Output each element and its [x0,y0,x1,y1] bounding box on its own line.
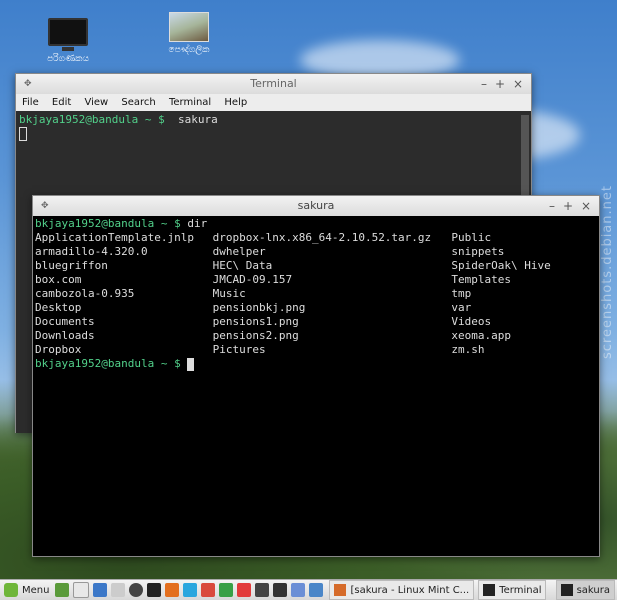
listing-entry: ApplicationTemplate.jnlp [35,231,194,244]
dir-listing: ApplicationTemplate.jnlp armadillo-4.320.… [35,231,597,357]
shutter-icon[interactable] [201,583,216,597]
menu-terminal[interactable]: Terminal [169,97,211,108]
menu-help[interactable]: Help [224,97,247,108]
desktop-icon-home[interactable]: පෞද්ගලික [154,12,224,55]
app-icon[interactable] [309,583,324,597]
vuze-icon[interactable] [219,583,234,597]
start-menu-label: Menu [22,584,50,596]
listing-entry: var [451,301,472,314]
skype-icon[interactable] [183,583,198,597]
computer-icon [48,18,88,51]
file-manager-icon[interactable] [93,583,108,597]
listing-entry: box.com [35,273,82,286]
listing-column-3: Public snippets SpiderOak\ Hive Templates tm… [451,231,597,357]
window-title: Terminal [250,77,297,90]
start-menu-button[interactable]: Menu [0,580,53,600]
listing-entry: snippets [451,245,505,258]
text-cursor [187,357,195,371]
desktop-icon-computer[interactable]: පරිගණකය [33,18,103,64]
listing-entry: bluegriffon [35,259,108,272]
taskbar-task-terminal[interactable]: Terminal [478,580,547,600]
menu-view[interactable]: View [84,97,108,108]
listing-entry: Desktop [35,301,82,314]
terminal-icon [483,584,496,596]
desktop-icon-label: පරිගණකය [47,54,89,64]
shell-command: dir [187,217,208,230]
desktop-icon-label: පෞද්ගලික [168,45,210,55]
window-title: sakura [297,199,335,212]
listing-entry: JMCAD-09.157 [212,273,293,286]
task-label: [sakura - Linux Mint C... [350,584,470,596]
listing-column-2: dropbox-lnx.x86_64-2.10.52.tar.gz dwhelpe… [213,231,452,357]
app-icon[interactable] [291,583,306,597]
terminal-menubar: File Edit View Search Terminal Help [16,94,531,111]
listing-entry: Pictures [212,343,266,356]
power-icon[interactable] [129,583,144,597]
minimize-icon[interactable]: – [481,74,487,94]
window-menu-icon[interactable]: ✥ [41,196,49,216]
window-menu-icon[interactable]: ✥ [24,74,32,94]
taskbar-task-browser[interactable]: [sakura - Linux Mint C... [329,580,475,600]
listing-entry: HEC\ Data [212,259,273,272]
task-label: sakura [576,584,610,596]
watermark-text: screenshots.debian.net [600,185,615,359]
close-icon[interactable]: × [513,74,523,94]
show-desktop-icon[interactable] [55,583,70,597]
listing-entry: tmp [451,287,472,300]
listing-entry: Videos [451,315,492,328]
menu-search[interactable]: Search [121,97,155,108]
mint-logo-icon [4,583,18,597]
shell-prompt: bkjaya1952@bandula ~ $ [19,113,165,126]
menu-file[interactable]: File [22,97,39,108]
listing-entry: Documents [35,315,95,328]
listing-entry: Downloads [35,329,95,342]
listing-entry: Music [212,287,246,300]
text-cursor [19,127,27,141]
sakura-terminal-output[interactable]: bkjaya1952@bandula ~ $ dir ApplicationTe… [33,216,599,556]
listing-entry: xeoma.app [451,329,512,342]
terminal-titlebar[interactable]: ✥ Terminal – + × [16,74,531,94]
listing-entry: Dropbox [35,343,82,356]
shell-prompt: bkjaya1952@bandula ~ $ [35,357,181,370]
browser-icon [334,584,347,596]
listing-entry: pensions2.png [212,329,299,342]
listing-column-1: ApplicationTemplate.jnlp armadillo-4.320.… [35,231,213,357]
task-label: Terminal [499,584,542,596]
sakura-titlebar[interactable]: ✥ sakura – + × [33,196,599,216]
close-icon[interactable]: × [581,196,591,216]
app-icon[interactable] [255,583,270,597]
listing-entry: dwhelper [212,245,266,258]
maximize-icon[interactable]: + [563,196,573,216]
taskbar-task-sakura[interactable]: sakura [555,580,615,600]
listing-entry: cambozola-0.935 [35,287,135,300]
terminal-icon[interactable] [147,583,162,597]
system-monitor-icon[interactable] [273,583,288,597]
listing-entry: pensionbkj.png [212,301,306,314]
home-icon[interactable] [111,583,126,597]
text-editor-icon[interactable] [73,582,90,598]
listing-entry: armadillo-4.320.0 [35,245,148,258]
listing-entry: pensions1.png [212,315,299,328]
listing-entry: Templates [451,273,512,286]
maximize-icon[interactable]: + [495,74,505,94]
app-icon[interactable] [237,583,252,597]
shell-command: sakura [177,113,218,126]
taskbar: Menu [sakura - Linux Mint C... Terminal … [0,579,617,600]
listing-entry: zm.sh [451,343,485,356]
listing-entry: Public [451,231,492,244]
listing-entry: dropbox-lnx.x86_64-2.10.52.tar.gz [212,231,432,244]
listing-entry: SpiderOak\ Hive [451,259,551,272]
menu-edit[interactable]: Edit [52,97,71,108]
sakura-window[interactable]: ✥ sakura – + × bkjaya1952@bandula ~ $ di… [32,195,600,557]
home-folder-icon [169,12,209,42]
firefox-icon[interactable] [165,583,180,597]
terminal-icon [560,584,573,596]
shell-prompt: bkjaya1952@bandula ~ $ [35,217,181,230]
minimize-icon[interactable]: – [549,196,555,216]
